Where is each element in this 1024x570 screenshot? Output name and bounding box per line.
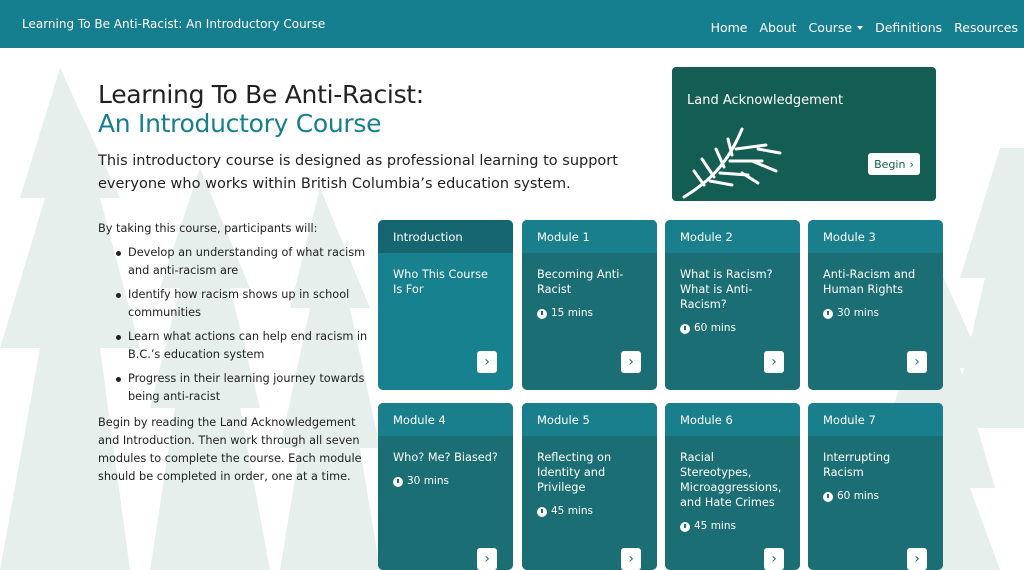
card-title: Who This Course Is For xyxy=(393,268,488,296)
card-header: Module 3 xyxy=(808,220,943,253)
card-duration: 30 mins xyxy=(837,307,879,319)
chevron-right-icon[interactable]: › xyxy=(621,548,641,570)
card-header: Module 1 xyxy=(522,220,657,253)
course-card-introduction[interactable]: Introduction Who This Course Is For › xyxy=(378,220,513,390)
site-brand-link[interactable]: Learning To Be Anti-Racist: An Introduct… xyxy=(22,17,325,31)
page-title: Learning To Be Anti-Racist: An Introduct… xyxy=(98,80,424,138)
card-duration: 45 mins xyxy=(551,505,593,517)
chevron-right-icon[interactable]: › xyxy=(907,548,927,570)
card-header: Module 6 xyxy=(665,403,800,436)
card-title: Racial Stereotypes, Microaggressions, an… xyxy=(680,451,782,509)
objective-item: Progress in their learning journey towar… xyxy=(98,370,368,406)
cedar-branch-icon xyxy=(682,127,782,199)
page-title-line1: Learning To Be Anti-Racist: xyxy=(98,80,424,109)
caret-down-icon xyxy=(857,26,864,30)
land-acknowledgement-title: Land Acknowledgement xyxy=(687,93,844,108)
nav-about[interactable]: About xyxy=(760,20,797,35)
clock-icon xyxy=(680,521,690,532)
page-title-line2: An Introductory Course xyxy=(98,109,382,138)
card-header: Module 4 xyxy=(378,403,513,436)
card-title: Interrupting Racism xyxy=(823,451,891,479)
card-header: Module 2 xyxy=(665,220,800,253)
hero-lead-text: This introductory course is designed as … xyxy=(98,153,618,192)
intro-lead: By taking this course, participants will… xyxy=(98,222,318,235)
card-duration: 15 mins xyxy=(551,307,593,319)
course-card-module-6[interactable]: Module 6 Racial Stereotypes, Microaggres… xyxy=(665,403,800,570)
card-title: Becoming Anti-Racist xyxy=(537,268,624,296)
card-title: Who? Me? Biased? xyxy=(393,451,498,464)
clock-icon xyxy=(823,491,833,502)
nav-definitions[interactable]: Definitions xyxy=(875,20,942,35)
chevron-right-icon[interactable]: › xyxy=(477,548,497,570)
nav-home[interactable]: Home xyxy=(711,20,748,35)
course-card-module-1[interactable]: Module 1 Becoming Anti-Racist 15 mins › xyxy=(522,220,657,390)
chevron-right-icon[interactable]: › xyxy=(764,351,784,373)
intro-section: By taking this course, participants will… xyxy=(98,220,368,486)
main-nav: Home About Course Definitions Resources xyxy=(711,20,1018,35)
clock-icon xyxy=(393,476,403,487)
card-title: What is Racism? What is Anti-Racism? xyxy=(680,268,773,311)
card-header: Module 7 xyxy=(808,403,943,436)
chevron-right-icon: › xyxy=(909,157,914,171)
card-duration: 60 mins xyxy=(694,322,736,334)
card-duration: 45 mins xyxy=(694,520,736,532)
land-acknowledgement-card: Land Acknowledgement Begin › xyxy=(672,67,936,201)
top-navbar: Learning To Be Anti-Racist: An Introduct… xyxy=(0,0,1024,48)
chevron-right-icon[interactable]: › xyxy=(477,351,497,373)
objectives-list: Develop an understanding of what racism … xyxy=(98,244,368,406)
card-title: Anti-Racism and Human Rights xyxy=(823,268,916,296)
card-duration: 30 mins xyxy=(407,475,449,487)
land-begin-button[interactable]: Begin › xyxy=(868,153,920,175)
card-title: Reflecting on Identity and Privilege xyxy=(537,451,612,494)
course-card-module-2[interactable]: Module 2 What is Racism? What is Anti-Ra… xyxy=(665,220,800,390)
card-duration: 60 mins xyxy=(837,490,879,502)
chevron-right-icon[interactable]: › xyxy=(621,351,641,373)
card-header: Introduction xyxy=(378,220,513,253)
objective-item: Identify how racism shows up in school c… xyxy=(98,286,368,322)
nav-course-dropdown[interactable]: Course xyxy=(808,20,864,35)
course-card-module-4[interactable]: Module 4 Who? Me? Biased? 30 mins › xyxy=(378,403,513,570)
chevron-right-icon[interactable]: › xyxy=(907,351,927,373)
course-card-module-5[interactable]: Module 5 Reflecting on Identity and Priv… xyxy=(522,403,657,570)
objective-item: Learn what actions can help end racism i… xyxy=(98,328,368,364)
card-header: Module 5 xyxy=(522,403,657,436)
course-card-module-3[interactable]: Module 3 Anti-Racism and Human Rights 30… xyxy=(808,220,943,390)
nav-course-label: Course xyxy=(808,20,853,35)
intro-closing: Begin by reading the Land Acknowledgemen… xyxy=(98,416,362,483)
course-card-module-7[interactable]: Module 7 Interrupting Racism 60 mins › xyxy=(808,403,943,570)
clock-icon xyxy=(537,506,547,517)
clock-icon xyxy=(680,323,690,334)
nav-resources[interactable]: Resources xyxy=(954,20,1018,35)
clock-icon xyxy=(823,308,833,319)
chevron-right-icon[interactable]: › xyxy=(764,548,784,570)
objective-item: Develop an understanding of what racism … xyxy=(98,244,368,280)
begin-label: Begin xyxy=(874,157,906,171)
clock-icon xyxy=(537,308,547,319)
